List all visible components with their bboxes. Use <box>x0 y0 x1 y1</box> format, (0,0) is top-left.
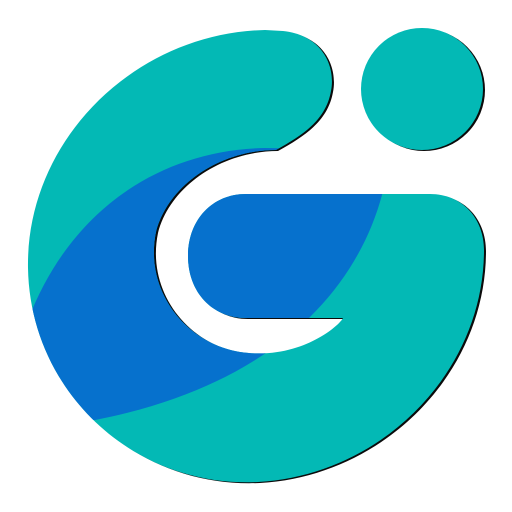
g-letter-logo-icon <box>27 28 487 484</box>
logo-dot <box>361 28 483 150</box>
logo-canvas <box>0 0 512 512</box>
